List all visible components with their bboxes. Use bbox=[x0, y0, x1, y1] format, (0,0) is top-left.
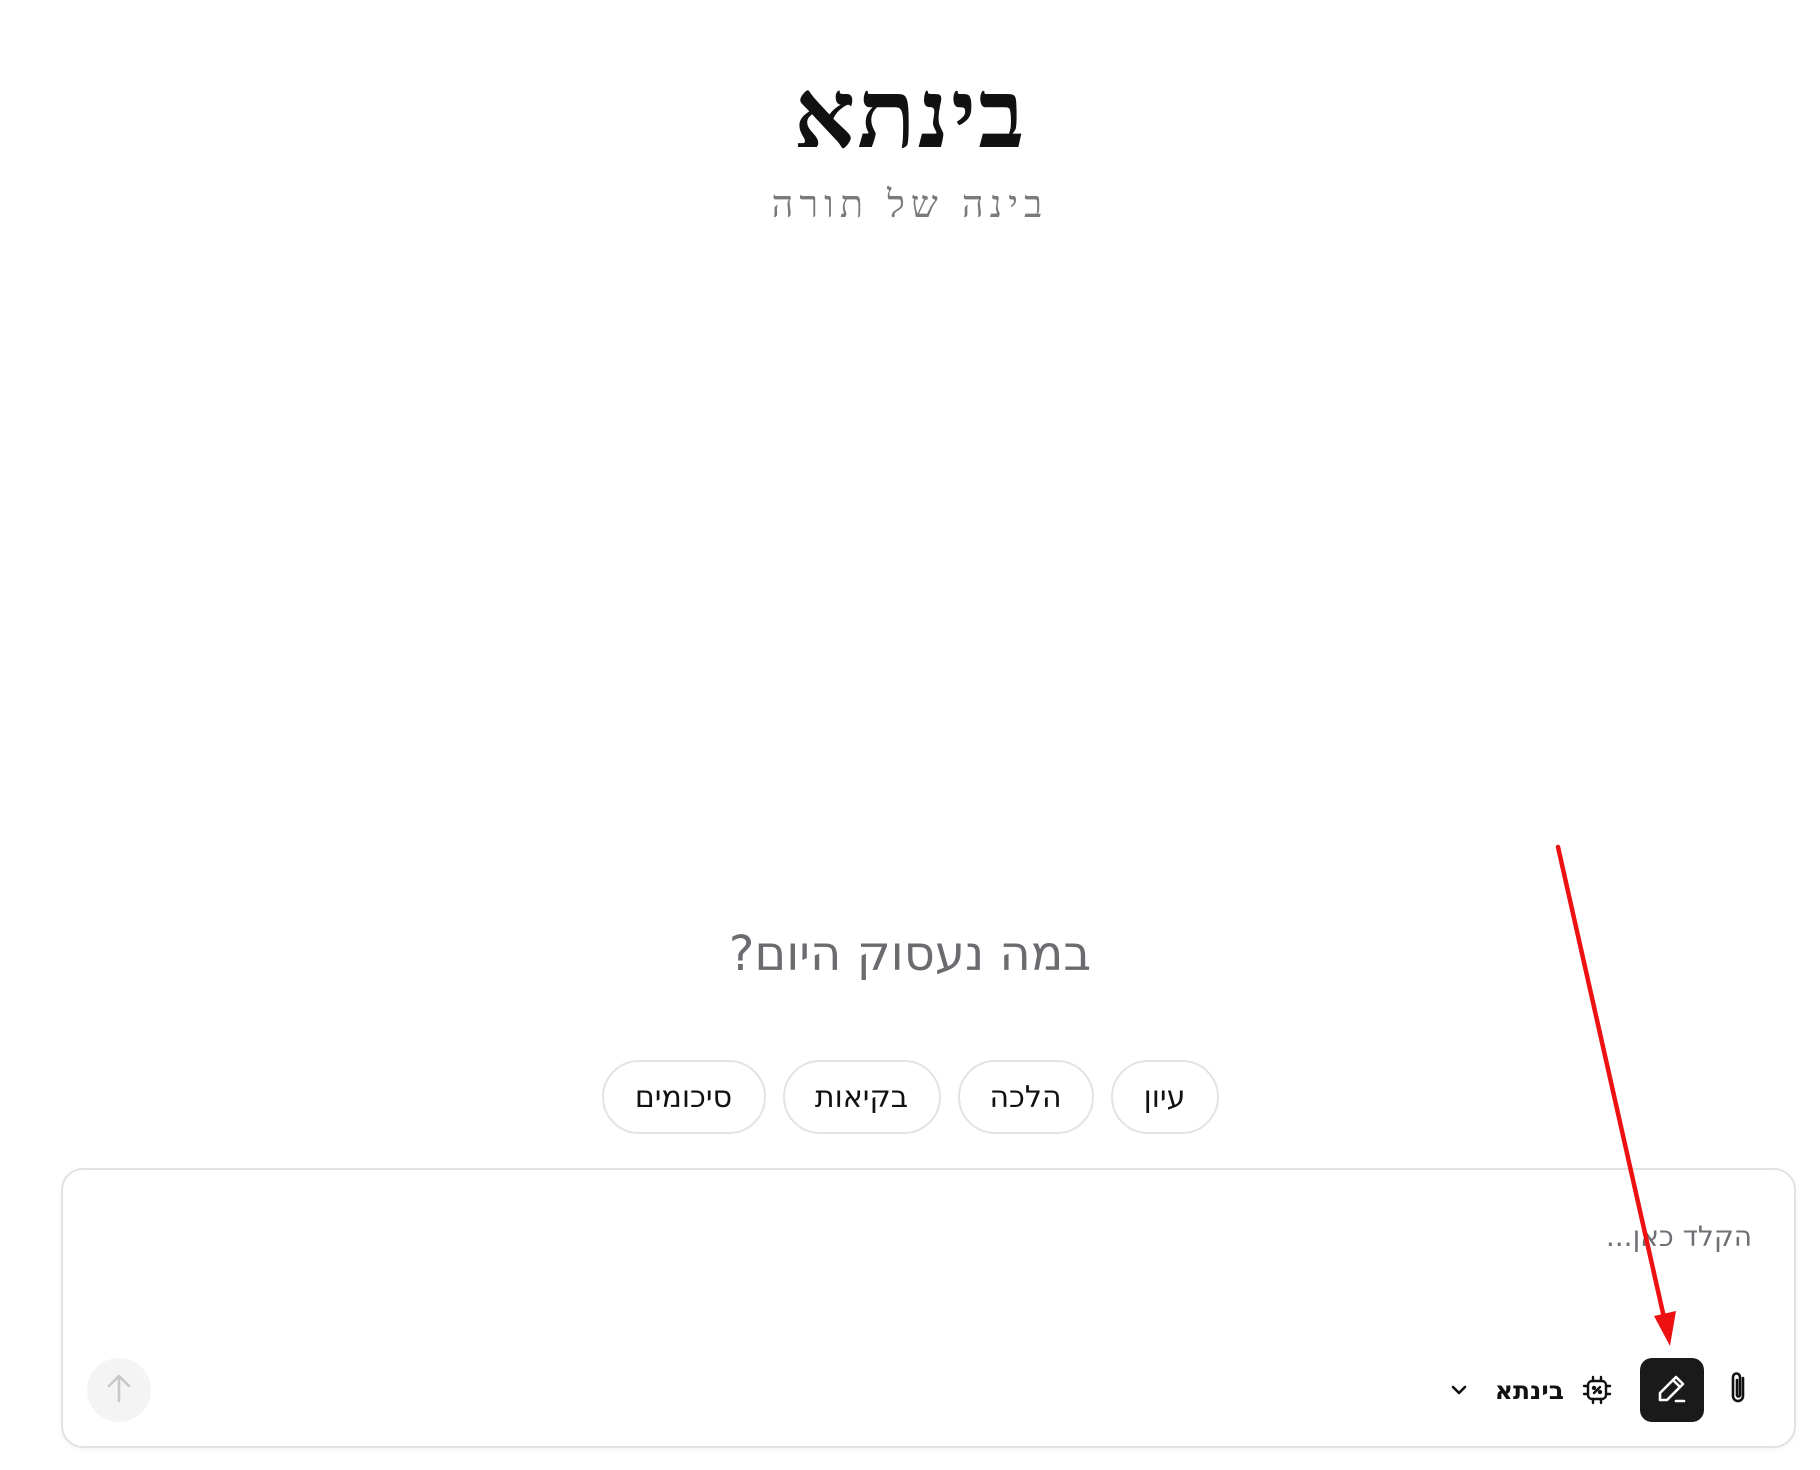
message-input[interactable] bbox=[110, 1210, 1754, 1262]
composer-toolbar: בינתא bbox=[1447, 1358, 1758, 1422]
chip-iyun[interactable]: עיון bbox=[1110, 1060, 1219, 1134]
composer: בינתא bbox=[61, 1168, 1796, 1448]
attach-button[interactable] bbox=[1718, 1358, 1758, 1422]
logo-subtitle: בינה של תורה bbox=[771, 182, 1049, 226]
prompt-heading: במה נעסוק היום? bbox=[728, 926, 1092, 982]
arrow-up-icon bbox=[104, 1371, 134, 1409]
chip-sikumim[interactable]: סיכומים bbox=[601, 1060, 766, 1134]
edit-mode-button[interactable] bbox=[1640, 1358, 1704, 1422]
paperclip-icon bbox=[1727, 1370, 1749, 1410]
model-label: בינתא bbox=[1494, 1375, 1564, 1405]
chevron-down-icon bbox=[1447, 1378, 1471, 1402]
pencil-icon bbox=[1654, 1370, 1690, 1410]
suggestion-chips: עיון הלכה בקיאות סיכומים bbox=[0, 1060, 1820, 1134]
logo-title: בינתא bbox=[793, 57, 1027, 170]
chip-bekiut[interactable]: בקיאות bbox=[782, 1060, 941, 1134]
model-selector[interactable]: בינתא bbox=[1447, 1358, 1614, 1422]
send-button[interactable] bbox=[87, 1358, 151, 1422]
chip-halacha[interactable]: הלכה bbox=[957, 1060, 1094, 1134]
cpu-chip-icon bbox=[1580, 1373, 1614, 1407]
page: בינתא בינה של תורה במה נעסוק היום? עיון … bbox=[0, 0, 1820, 1470]
